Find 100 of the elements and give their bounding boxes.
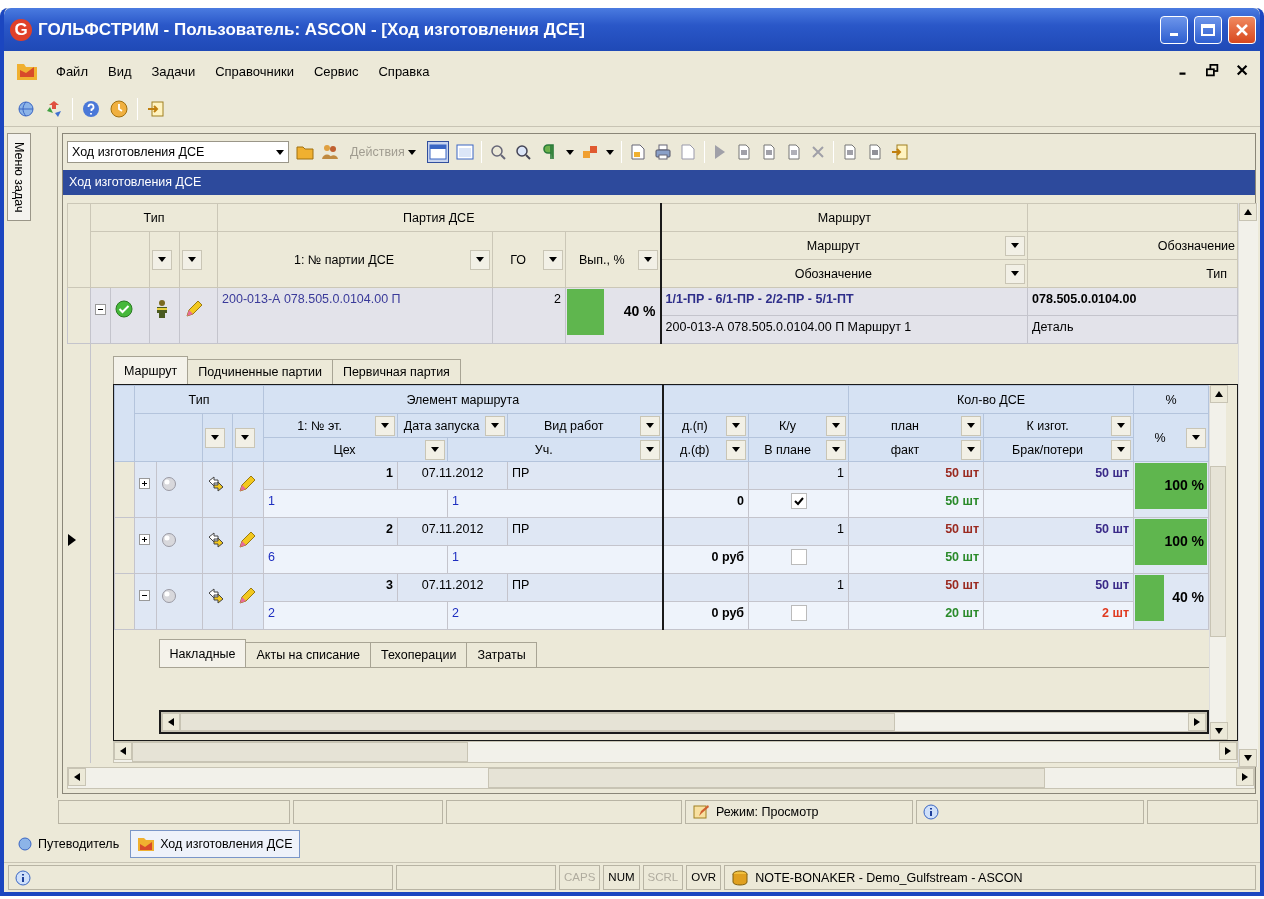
collapse-button[interactable] bbox=[139, 590, 150, 601]
menu-item[interactable]: Файл bbox=[54, 61, 90, 81]
tab[interactable]: Затраты bbox=[466, 642, 537, 667]
task-tab[interactable]: Путеводитель bbox=[10, 830, 127, 858]
dropdown-button[interactable] bbox=[1111, 415, 1132, 436]
horizontal-scrollbar[interactable] bbox=[113, 741, 1238, 763]
cubes-icon[interactable] bbox=[580, 143, 599, 161]
column-header[interactable]: К изгот. bbox=[983, 413, 1134, 438]
dropdown-button[interactable] bbox=[470, 249, 491, 270]
expand-button[interactable] bbox=[139, 478, 150, 489]
scroll-left-button[interactable] bbox=[161, 713, 180, 731]
checkbox[interactable] bbox=[790, 493, 807, 509]
scroll-thumb[interactable] bbox=[1210, 466, 1227, 638]
dropdown-button[interactable] bbox=[961, 439, 982, 460]
minimize-icon bbox=[1170, 32, 1178, 36]
menu-item[interactable]: Сервис bbox=[311, 61, 361, 81]
people-icon[interactable] bbox=[321, 143, 339, 161]
dropdown-button[interactable] bbox=[485, 415, 506, 436]
search-icon[interactable] bbox=[488, 143, 507, 161]
dropdown-button[interactable] bbox=[637, 249, 658, 270]
column-header[interactable]: ГО bbox=[492, 231, 566, 288]
menu-item[interactable]: Вид bbox=[105, 61, 134, 81]
dropdown-button[interactable] bbox=[235, 427, 255, 448]
scroll-thumb[interactable] bbox=[179, 713, 896, 731]
checkbox[interactable] bbox=[790, 605, 807, 621]
horizontal-scrollbar[interactable] bbox=[160, 712, 1207, 732]
column-header[interactable]: Брак/потери bbox=[983, 437, 1134, 462]
vertical-scrollbar[interactable] bbox=[1238, 203, 1259, 767]
column-header[interactable]: К/у bbox=[748, 413, 849, 438]
column-header[interactable]: Дата запуска bbox=[397, 413, 508, 438]
dropdown-button[interactable] bbox=[205, 427, 225, 448]
tab[interactable]: Первичная партия bbox=[331, 359, 461, 384]
dropdown-button[interactable] bbox=[152, 249, 172, 270]
help-icon[interactable] bbox=[81, 98, 101, 119]
column-header[interactable]: Обозначение bbox=[660, 259, 1028, 288]
globe-icon[interactable] bbox=[16, 98, 36, 119]
exit-icon[interactable] bbox=[890, 143, 909, 161]
maximize-button[interactable] bbox=[1194, 15, 1222, 44]
recycle-icon[interactable] bbox=[44, 98, 64, 119]
restore-icon[interactable] bbox=[1206, 64, 1220, 78]
dropdown-button[interactable] bbox=[375, 415, 396, 436]
scroll-thumb[interactable] bbox=[132, 742, 468, 762]
dropdown-button[interactable] bbox=[1111, 439, 1132, 460]
side-tab[interactable]: Меню задач bbox=[7, 133, 31, 222]
horizontal-scrollbar[interactable] bbox=[67, 767, 1255, 789]
dropdown-button[interactable] bbox=[726, 439, 747, 460]
column-header[interactable]: д.(ф) bbox=[662, 437, 749, 462]
menu-item[interactable]: Справочники bbox=[213, 61, 296, 81]
dropdown-button[interactable] bbox=[826, 439, 847, 460]
expand-button[interactable] bbox=[139, 534, 150, 545]
search-icon[interactable] bbox=[513, 143, 532, 161]
dropdown-button[interactable] bbox=[826, 415, 847, 436]
column-header[interactable]: Уч. bbox=[447, 437, 663, 462]
column-header[interactable]: план bbox=[848, 413, 984, 438]
exit-icon[interactable] bbox=[146, 98, 166, 119]
column-header[interactable]: % bbox=[1133, 413, 1209, 462]
view-dropdown[interactable]: Ход изготовления ДСЕ bbox=[67, 141, 289, 163]
checkbox[interactable] bbox=[790, 549, 807, 565]
dropdown-button[interactable] bbox=[639, 415, 660, 436]
column-header[interactable]: д.(п) bbox=[662, 413, 749, 438]
tab[interactable]: Маршрут bbox=[113, 356, 189, 384]
dropdown-button[interactable] bbox=[726, 415, 747, 436]
scroll-right-button[interactable] bbox=[1236, 768, 1254, 786]
column-header[interactable]: Вып., % bbox=[565, 231, 661, 288]
column-header[interactable]: Цех bbox=[263, 437, 448, 462]
column-header[interactable]: Вид работ bbox=[507, 413, 663, 438]
dropdown-button[interactable] bbox=[1005, 263, 1026, 284]
dropdown-button[interactable] bbox=[1005, 235, 1026, 256]
collapse-button[interactable] bbox=[95, 304, 106, 315]
close-icon[interactable] bbox=[1236, 64, 1250, 78]
printer-icon[interactable] bbox=[653, 143, 672, 161]
scroll-down-button[interactable] bbox=[1210, 722, 1229, 740]
dropdown-button[interactable] bbox=[543, 249, 564, 270]
vertical-scrollbar[interactable] bbox=[1209, 385, 1227, 740]
scroll-right-button[interactable] bbox=[1218, 742, 1237, 760]
scroll-up-button[interactable] bbox=[1210, 385, 1229, 403]
scroll-up-button[interactable] bbox=[1239, 203, 1258, 221]
minimize-button[interactable] bbox=[1160, 15, 1188, 44]
dropdown-button[interactable] bbox=[639, 439, 660, 460]
scroll-right-button[interactable] bbox=[1187, 713, 1206, 731]
close-button[interactable] bbox=[1228, 15, 1256, 44]
column-header[interactable]: факт bbox=[848, 437, 984, 462]
task-tab[interactable]: Ход изготовления ДСЕ bbox=[130, 830, 300, 858]
dropdown-button[interactable] bbox=[425, 439, 446, 460]
menu-item[interactable]: Задачи bbox=[149, 61, 198, 81]
dropdown-button[interactable] bbox=[961, 415, 982, 436]
dropdown-button[interactable] bbox=[182, 249, 202, 270]
clock-icon[interactable] bbox=[109, 98, 129, 119]
tab[interactable]: Накладные bbox=[158, 639, 247, 667]
column-header[interactable]: 1: № эт. bbox=[263, 413, 398, 438]
scroll-left-button[interactable] bbox=[68, 768, 86, 786]
menu-item[interactable]: Справка bbox=[376, 61, 432, 81]
scroll-down-button[interactable] bbox=[1239, 749, 1258, 767]
dropdown-button[interactable] bbox=[1186, 427, 1207, 448]
view-toggle-button[interactable] bbox=[426, 141, 449, 163]
column-header[interactable]: В плане bbox=[748, 437, 849, 462]
column-header[interactable]: Маршрут bbox=[660, 231, 1028, 260]
column-header[interactable]: 1: № партии ДСЕ bbox=[217, 231, 493, 288]
scroll-thumb[interactable] bbox=[487, 768, 1045, 788]
scroll-left-button[interactable] bbox=[114, 742, 132, 760]
